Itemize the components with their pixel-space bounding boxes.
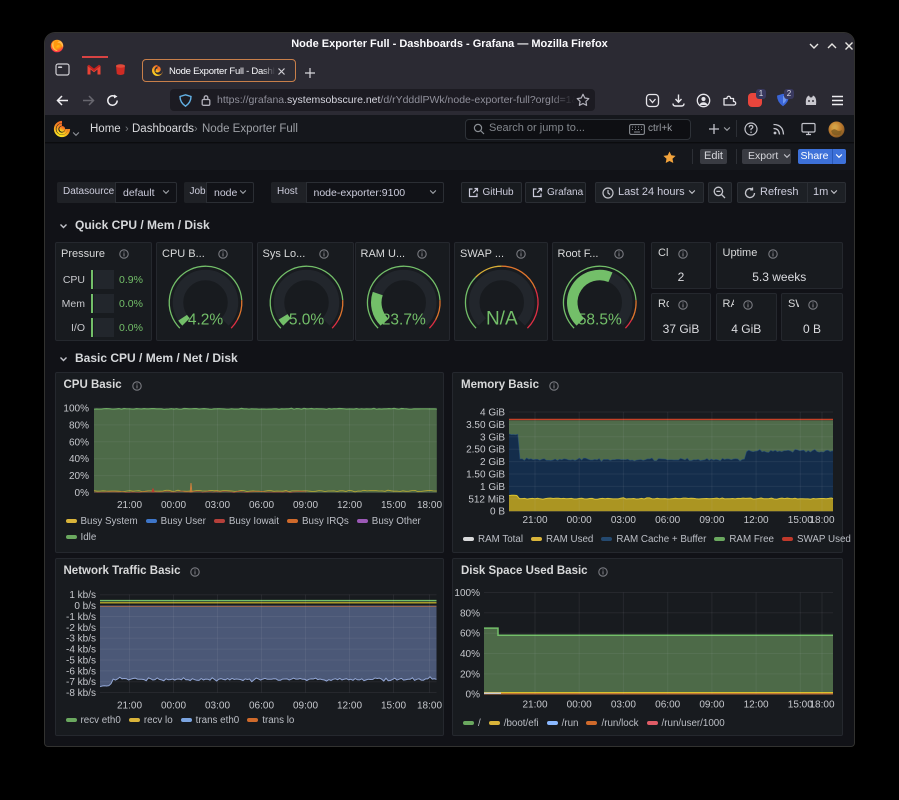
svg-text:15:00: 15:00 — [380, 500, 405, 511]
svg-text:21:00: 21:00 — [116, 701, 141, 712]
svg-text:00:00: 00:00 — [160, 701, 185, 712]
svg-text:1.50 GiB: 1.50 GiB — [466, 470, 505, 481]
svg-text:3 GiB: 3 GiB — [480, 432, 505, 443]
svg-text:21:00: 21:00 — [116, 500, 141, 511]
svg-text:-8 kb/s: -8 kb/s — [65, 688, 95, 699]
svg-text:03:00: 03:00 — [611, 699, 636, 710]
svg-text:5.0%: 5.0% — [288, 312, 324, 329]
svg-text:09:00: 09:00 — [292, 701, 317, 712]
svg-text:03:00: 03:00 — [204, 500, 229, 511]
svg-text:21:00: 21:00 — [522, 515, 547, 526]
svg-text:58.5%: 58.5% — [577, 312, 621, 329]
svg-text:20%: 20% — [460, 669, 480, 680]
svg-text:06:00: 06:00 — [248, 500, 273, 511]
svg-text:60%: 60% — [68, 437, 88, 448]
svg-text:-6 kb/s: -6 kb/s — [65, 666, 95, 677]
svg-text:4 GiB: 4 GiB — [480, 408, 505, 419]
svg-text:00:00: 00:00 — [567, 515, 592, 526]
svg-text:-7 kb/s: -7 kb/s — [65, 677, 95, 688]
svg-text:18:00: 18:00 — [416, 701, 441, 712]
svg-text:-5 kb/s: -5 kb/s — [65, 655, 95, 666]
svg-text:2 GiB: 2 GiB — [480, 457, 505, 468]
svg-text:2.50 GiB: 2.50 GiB — [466, 445, 505, 456]
svg-text:03:00: 03:00 — [204, 701, 229, 712]
svg-text:40%: 40% — [68, 454, 88, 465]
svg-text:0%: 0% — [74, 488, 89, 499]
svg-text:09:00: 09:00 — [699, 515, 724, 526]
svg-text:80%: 80% — [460, 608, 480, 619]
svg-text:12:00: 12:00 — [336, 500, 361, 511]
svg-text:0 B: 0 B — [490, 507, 505, 518]
svg-text:1 kb/s: 1 kb/s — [69, 590, 96, 601]
svg-text:-2 kb/s: -2 kb/s — [65, 623, 95, 634]
svg-text:N/A: N/A — [486, 309, 518, 330]
svg-text:60%: 60% — [460, 629, 480, 640]
svg-text:21:00: 21:00 — [522, 699, 547, 710]
svg-text:18:00: 18:00 — [809, 699, 834, 710]
svg-text:00:00: 00:00 — [160, 500, 185, 511]
svg-text:20%: 20% — [68, 471, 88, 482]
svg-text:15:00: 15:00 — [380, 701, 405, 712]
svg-text:-1 kb/s: -1 kb/s — [65, 612, 95, 623]
svg-text:12:00: 12:00 — [744, 515, 769, 526]
svg-text:03:00: 03:00 — [611, 515, 636, 526]
svg-text:00:00: 00:00 — [567, 699, 592, 710]
svg-text:512 MiB: 512 MiB — [468, 494, 505, 505]
svg-text:09:00: 09:00 — [699, 699, 724, 710]
svg-text:80%: 80% — [68, 420, 88, 431]
svg-text:3.50 GiB: 3.50 GiB — [466, 420, 505, 431]
svg-text:100%: 100% — [454, 588, 480, 599]
svg-text:0 b/s: 0 b/s — [74, 601, 96, 612]
svg-text:1 GiB: 1 GiB — [480, 482, 505, 493]
svg-text:06:00: 06:00 — [655, 699, 680, 710]
svg-text:40%: 40% — [460, 649, 480, 660]
svg-text:0%: 0% — [466, 690, 481, 701]
svg-text:100%: 100% — [63, 404, 89, 415]
svg-text:18:00: 18:00 — [809, 515, 834, 526]
svg-text:18:00: 18:00 — [416, 500, 441, 511]
svg-text:-4 kb/s: -4 kb/s — [65, 645, 95, 656]
svg-text:-3 kb/s: -3 kb/s — [65, 634, 95, 645]
svg-text:06:00: 06:00 — [248, 701, 273, 712]
svg-text:06:00: 06:00 — [655, 515, 680, 526]
svg-text:12:00: 12:00 — [744, 699, 769, 710]
svg-text:09:00: 09:00 — [292, 500, 317, 511]
svg-text:12:00: 12:00 — [336, 701, 361, 712]
svg-text:4.2%: 4.2% — [188, 312, 224, 329]
svg-text:23.7%: 23.7% — [381, 312, 425, 329]
